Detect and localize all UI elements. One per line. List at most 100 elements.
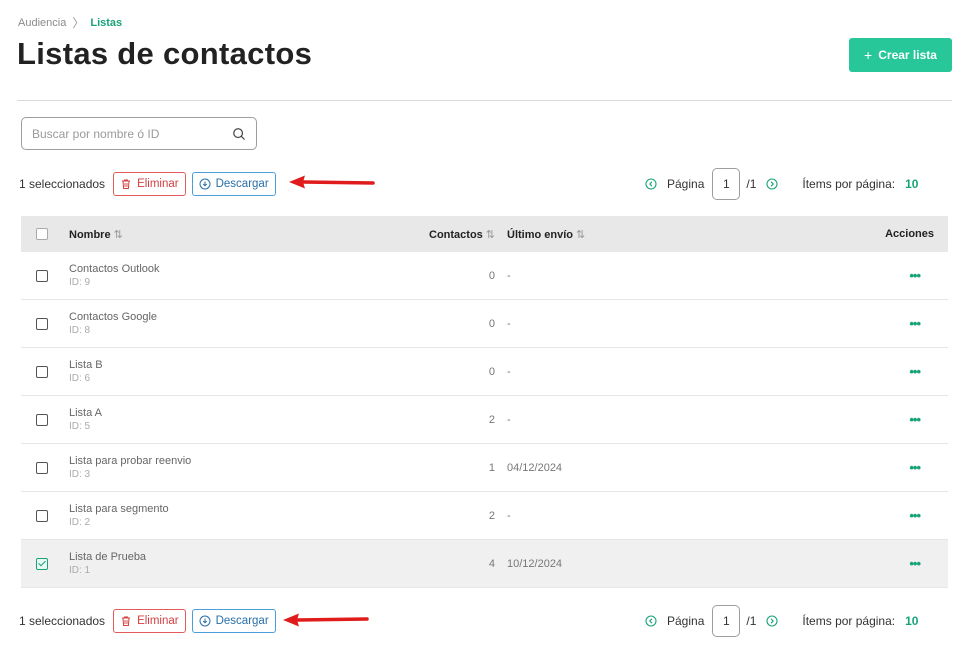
chevron-left-circle-icon[interactable]: [645, 178, 657, 190]
red-arrow-icon: [289, 175, 375, 189]
list-id: ID: 2: [69, 516, 91, 528]
create-list-button[interactable]: + Crear lista: [849, 38, 952, 72]
page-number-input[interactable]: 1: [712, 168, 741, 200]
delete-label: Eliminar: [137, 615, 179, 627]
contacts-count: 0: [488, 365, 495, 378]
list-id: ID: 9: [69, 276, 91, 288]
more-actions-icon[interactable]: •••: [909, 268, 921, 283]
items-per-page-select[interactable]: 10: [905, 177, 918, 191]
red-arrow-icon: [283, 613, 369, 627]
last-send: 04/12/2024: [507, 461, 563, 474]
more-actions-icon[interactable]: •••: [909, 412, 921, 427]
items-per-page-label: Ítems por página:: [802, 177, 896, 191]
page-total: /1: [746, 614, 757, 628]
contacts-count: 1: [488, 461, 495, 474]
search-icon[interactable]: [232, 127, 246, 141]
selection-toolbar-bottom: 1 seleccionados Eliminar Descargar: [19, 609, 276, 633]
breadcrumb-separator-icon: 〉: [72, 16, 85, 30]
row-checkbox[interactable]: [36, 509, 48, 522]
chevron-right-circle-icon[interactable]: [766, 615, 778, 627]
selected-count: 1 seleccionados: [19, 614, 106, 628]
breadcrumb-parent[interactable]: Audiencia: [18, 17, 66, 29]
last-send: -: [507, 413, 511, 426]
search-input[interactable]: [32, 126, 232, 141]
table-row[interactable]: Lista B ID: 6 0 - •••: [21, 348, 948, 396]
last-send: -: [507, 269, 511, 282]
row-checkbox[interactable]: [36, 461, 48, 474]
items-per-page-select[interactable]: 10: [905, 614, 918, 628]
breadcrumb-current: Listas: [90, 16, 123, 29]
pagination-top: Página 1 /1 Ítems por página: 10: [645, 168, 918, 200]
page-number-input[interactable]: 1: [712, 605, 741, 637]
breadcrumb: Audiencia 〉 Listas: [18, 14, 122, 31]
header-actions: Acciones: [885, 228, 934, 240]
table-row[interactable]: Contactos Google ID: 8 0 - •••: [21, 300, 948, 348]
contacts-count: 0: [488, 317, 495, 330]
table-header: Nombre ⇅ Contactos ⇅ Último envío ⇅ Accione…: [21, 216, 948, 252]
contacts-count: 2: [488, 509, 495, 522]
list-name[interactable]: Contactos Outlook: [69, 262, 403, 276]
row-checkbox[interactable]: [36, 317, 48, 330]
download-button[interactable]: Descargar: [191, 172, 276, 196]
sort-icon: ⇅: [485, 228, 495, 241]
selected-count: 1 seleccionados: [19, 177, 106, 191]
delete-label: Eliminar: [137, 178, 179, 190]
row-checkbox[interactable]: [36, 557, 48, 570]
row-checkbox[interactable]: [36, 365, 48, 378]
trash-icon: [122, 616, 131, 626]
download-label: Descargar: [215, 178, 269, 190]
list-id: ID: 1: [69, 564, 91, 576]
last-send: -: [507, 509, 511, 522]
more-actions-icon[interactable]: •••: [909, 316, 921, 331]
plus-icon: +: [864, 47, 873, 63]
contacts-count: 2: [488, 413, 495, 426]
list-id: ID: 6: [69, 372, 91, 384]
pagination-bottom: Página 1 /1 Ítems por página: 10: [645, 605, 918, 637]
header-name[interactable]: Nombre ⇅: [63, 228, 403, 241]
row-checkbox[interactable]: [36, 413, 48, 426]
chevron-right-circle-icon[interactable]: [766, 178, 778, 190]
select-all-checkbox[interactable]: [36, 228, 48, 240]
page-total: /1: [746, 177, 757, 191]
sort-icon: ⇅: [576, 228, 586, 241]
list-name[interactable]: Lista A: [69, 406, 403, 420]
last-send: -: [507, 365, 511, 378]
contact-lists-table: Nombre ⇅ Contactos ⇅ Último envío ⇅ Accione…: [21, 216, 948, 588]
more-actions-icon[interactable]: •••: [909, 364, 921, 379]
header-last-send[interactable]: Último envío ⇅: [503, 228, 803, 241]
more-actions-icon[interactable]: •••: [909, 556, 921, 571]
trash-icon: [122, 179, 131, 189]
list-name[interactable]: Lista para segmento: [69, 502, 403, 516]
table-row[interactable]: Contactos Outlook ID: 9 0 - •••: [21, 252, 948, 300]
list-name[interactable]: Lista para probar reenvio: [69, 454, 403, 468]
delete-button[interactable]: Eliminar: [113, 172, 186, 196]
table-row[interactable]: Lista de Prueba ID: 1 4 10/12/2024 •••: [21, 540, 948, 588]
page-label: Página: [667, 614, 705, 628]
chevron-left-circle-icon[interactable]: [645, 615, 657, 627]
table-row[interactable]: Lista para probar reenvio ID: 3 1 04/12/2…: [21, 444, 948, 492]
download-icon: [199, 178, 211, 190]
list-id: ID: 5: [69, 420, 91, 432]
header-divider: [17, 100, 952, 101]
header-contacts[interactable]: Contactos ⇅: [403, 228, 503, 241]
download-button[interactable]: Descargar: [191, 609, 276, 633]
contacts-count: 4: [488, 557, 495, 570]
delete-button[interactable]: Eliminar: [113, 609, 186, 633]
table-row[interactable]: Lista A ID: 5 2 - •••: [21, 396, 948, 444]
last-send: -: [507, 317, 511, 330]
items-per-page-label: Ítems por página:: [802, 614, 896, 628]
sort-icon: ⇅: [113, 228, 123, 241]
table-row[interactable]: Lista para segmento ID: 2 2 - •••: [21, 492, 948, 540]
contacts-count: 0: [488, 269, 495, 282]
more-actions-icon[interactable]: •••: [909, 460, 921, 475]
page-label: Página: [667, 177, 705, 191]
last-send: 10/12/2024: [507, 557, 563, 570]
list-id: ID: 3: [69, 468, 91, 480]
page-title: Listas de contactos: [17, 36, 313, 71]
list-name[interactable]: Lista B: [69, 358, 403, 372]
list-name[interactable]: Lista de Prueba: [69, 550, 403, 564]
list-name[interactable]: Contactos Google: [69, 310, 403, 324]
row-checkbox[interactable]: [36, 269, 48, 282]
more-actions-icon[interactable]: •••: [909, 508, 921, 523]
list-id: ID: 8: [69, 324, 91, 336]
